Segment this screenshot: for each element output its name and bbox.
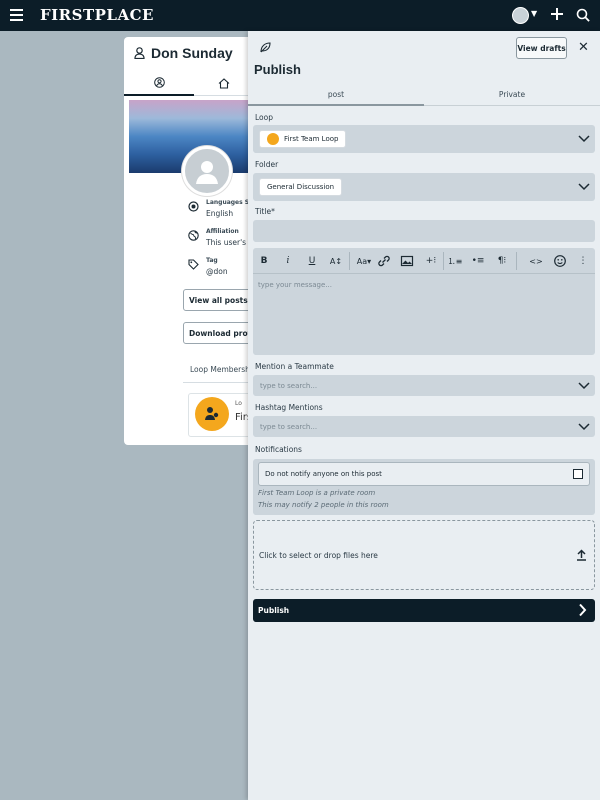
home-icon — [218, 78, 230, 89]
chevron-right-icon — [579, 603, 587, 617]
mention-teammate-select[interactable]: type to search... — [253, 375, 595, 396]
loop-card[interactable]: Lo Firs — [188, 393, 254, 437]
loop-label: Loop — [255, 113, 273, 122]
text-size-icon[interactable]: A↕ — [328, 253, 344, 269]
do-not-notify-label: Do not notify anyone on this post — [265, 470, 382, 478]
user-avatar[interactable] — [512, 7, 529, 24]
do-not-notify-checkbox[interactable] — [573, 469, 583, 479]
emoji-icon[interactable] — [552, 253, 568, 269]
paragraph-icon[interactable]: ¶⁝ — [494, 253, 510, 269]
title-label: Title* — [255, 207, 275, 216]
close-icon[interactable]: ✕ — [578, 40, 589, 55]
tab-profile[interactable] — [124, 71, 194, 96]
code-icon[interactable]: <> — [528, 253, 544, 269]
chevron-down-icon[interactable] — [578, 183, 590, 191]
folder-select[interactable]: General Discussion — [253, 173, 595, 201]
loop-select[interactable]: First Team Loop — [253, 125, 595, 153]
mention-label: Mention a Teammate — [255, 362, 334, 371]
toolbar-divider — [349, 252, 350, 270]
chevron-down-icon[interactable] — [578, 381, 590, 390]
ordered-list-icon[interactable]: ⒈≡ — [447, 253, 463, 269]
publish-button[interactable]: Publish — [253, 599, 595, 622]
profile-name: Don Sunday — [134, 45, 233, 61]
mention-placeholder: type to search... — [260, 381, 318, 390]
chevron-down-icon[interactable] — [578, 135, 590, 143]
user-icon — [134, 47, 145, 59]
insert-icon[interactable]: +⁝ — [423, 253, 439, 269]
file-dropzone[interactable]: Click to select or drop files here — [253, 520, 595, 590]
loop-chip-label: First Team Loop — [284, 135, 339, 143]
profile-name-text: Don Sunday — [151, 45, 233, 61]
private-room-note: First Team Loop is a private room — [258, 489, 376, 497]
hashtag-placeholder: type to search... — [260, 422, 318, 431]
publish-button-label: Publish — [258, 606, 290, 615]
do-not-notify-option[interactable]: Do not notify anyone on this post — [258, 462, 590, 486]
hashtag-label: Hashtag Mentions — [255, 403, 323, 412]
affiliation-value: This user's e — [206, 238, 254, 247]
bullet-list-icon[interactable]: •≡ — [470, 253, 486, 269]
tab-post[interactable]: post — [248, 84, 424, 106]
font-size-icon[interactable]: Aa▾ — [354, 253, 374, 269]
underline-button[interactable]: U — [304, 253, 320, 269]
tab-home[interactable] — [194, 71, 254, 96]
folder-label: Folder — [255, 160, 279, 169]
user-circle-icon — [153, 77, 165, 88]
people-icon — [205, 407, 219, 420]
team-loop-icon — [195, 397, 229, 431]
globe-icon — [188, 230, 199, 241]
top-bar: FIRSTPLACE ▼ — [0, 0, 600, 31]
panel-title: Publish — [254, 62, 301, 77]
download-profile-button[interactable]: Download profile — [183, 322, 254, 344]
plus-icon[interactable] — [550, 6, 564, 22]
chevron-down-icon[interactable] — [578, 422, 590, 431]
message-editor[interactable]: type your message... — [253, 274, 595, 355]
caret-down-icon[interactable]: ▼ — [531, 9, 537, 18]
editor-placeholder: type your message... — [258, 281, 332, 289]
loop-avatar-icon — [267, 133, 279, 145]
hashtag-mentions-select[interactable]: type to search... — [253, 416, 595, 437]
profile-card: Don Sunday Languages Sp English Affiliat… — [124, 37, 254, 445]
loop-card-label: Lo — [235, 400, 242, 407]
leaf-icon — [260, 42, 271, 53]
toolbar-divider — [443, 252, 444, 270]
bold-button[interactable]: B — [256, 253, 272, 269]
view-all-posts-button[interactable]: View all posts an — [183, 289, 254, 311]
languages-value: English — [206, 209, 234, 218]
loop-chip[interactable]: First Team Loop — [259, 130, 347, 148]
italic-button[interactable]: i — [280, 253, 296, 269]
tag-icon — [188, 259, 199, 270]
link-icon[interactable] — [376, 253, 392, 269]
toolbar-divider — [516, 252, 517, 270]
more-vertical-icon[interactable]: ⋮ — [575, 253, 591, 269]
dropzone-text: Click to select or drop files here — [259, 551, 378, 560]
tag-value: @don — [206, 267, 228, 276]
languages-label: Languages Sp — [206, 199, 254, 206]
brand-logo[interactable]: FIRSTPLACE — [40, 6, 154, 24]
folder-chip-label: General Discussion — [267, 183, 335, 191]
publish-panel: Publish View drafts ✕ post Private Loop … — [248, 31, 600, 800]
record-icon — [188, 201, 199, 212]
notifications-label: Notifications — [255, 445, 302, 454]
image-icon[interactable] — [399, 253, 415, 269]
affiliation-label: Affiliation — [206, 228, 239, 235]
view-drafts-button[interactable]: View drafts — [516, 37, 567, 59]
upload-icon[interactable] — [576, 549, 587, 561]
notify-count-note: This may notify 2 people in this room — [258, 501, 389, 509]
default-avatar-icon — [196, 161, 218, 184]
hamburger-menu-icon[interactable] — [10, 9, 23, 21]
tag-label: Tag — [206, 257, 218, 264]
profile-tabs — [124, 71, 254, 96]
divider — [183, 382, 254, 383]
editor-toolbar: B i U A↕ Aa▾ +⁝ ⒈≡ •≡ ¶⁝ <> ⋮ — [253, 248, 595, 274]
search-icon[interactable] — [576, 8, 590, 22]
tab-private[interactable]: Private — [424, 84, 600, 106]
folder-chip[interactable]: General Discussion — [259, 178, 343, 196]
loop-memberships-heading: Loop Membershi — [190, 365, 252, 374]
profile-avatar — [182, 146, 232, 196]
title-input[interactable] — [253, 220, 595, 242]
